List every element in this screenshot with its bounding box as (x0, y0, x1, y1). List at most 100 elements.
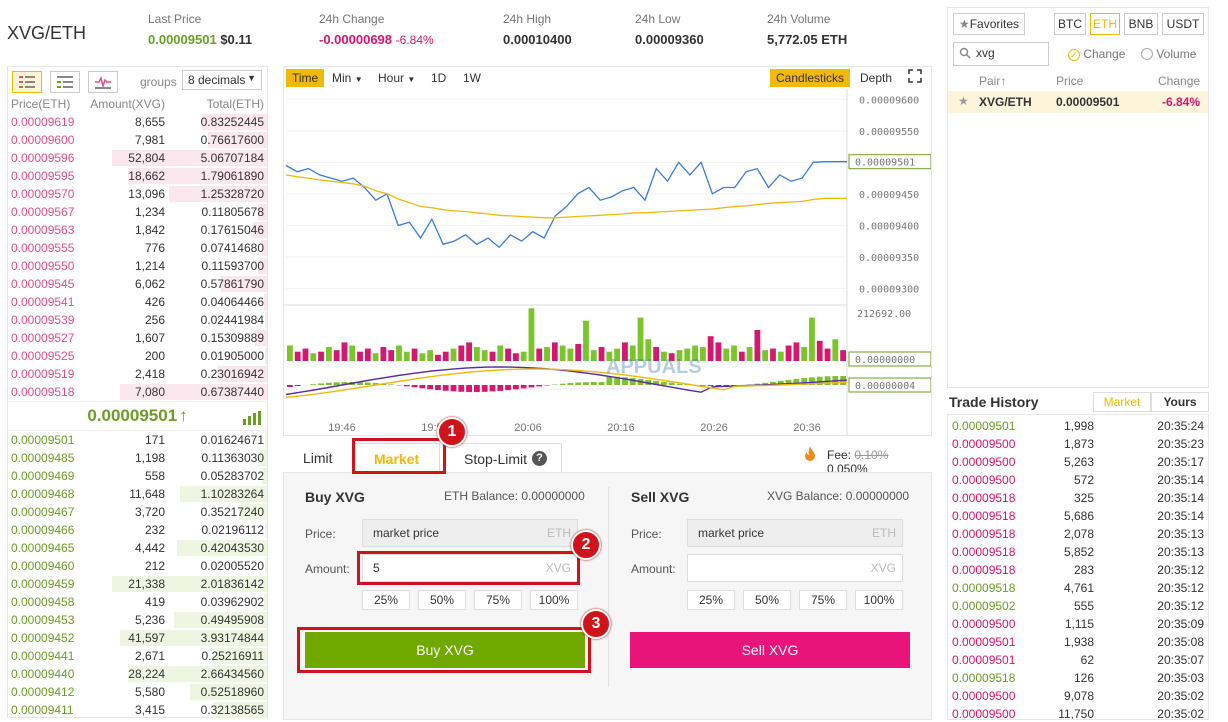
sell-25-button[interactable]: 25% (687, 590, 735, 610)
last-price-stat: Last Price 0.00009501 $0.11 (148, 12, 252, 47)
ask-row[interactable]: 0.00009563 1,842 0.17615046 (8, 221, 267, 239)
sell-button[interactable]: Sell XVG (630, 632, 910, 668)
ask-row[interactable]: 0.00009518 7,080 0.67387440 (8, 383, 267, 401)
sell-75-button[interactable]: 75% (799, 590, 847, 610)
ask-row[interactable]: 0.00009527 1,607 0.15309889 (8, 329, 267, 347)
candlesticks-button[interactable]: Candlesticks (770, 69, 851, 87)
x-tick-label: 19:46 (328, 422, 356, 434)
bid-row[interactable]: 0.00009465 4,442 0.42043530 (8, 539, 267, 557)
ask-row[interactable]: 0.00009525 200 0.01905000 (8, 347, 267, 365)
bid-row[interactable]: 0.00009468 11,648 1.10283264 (8, 485, 267, 503)
ask-row[interactable]: 0.00009541 426 0.04064466 (8, 293, 267, 311)
ask-row[interactable]: 0.00009567 1,234 0.11805678 (8, 203, 267, 221)
bid-row[interactable]: 0.00009412 5,580 0.52518960 (8, 683, 267, 701)
buy-75-button[interactable]: 75% (474, 590, 522, 610)
col-market-change[interactable]: Change (1158, 74, 1200, 88)
market-search-input[interactable]: xvg (953, 42, 1049, 66)
col-market-price[interactable]: Price (1056, 74, 1083, 88)
buy-100-button[interactable]: 100% (530, 590, 578, 610)
tab-stop-limit[interactable]: Stop-Limit? (443, 443, 563, 473)
ask-row[interactable]: 0.00009555 776 0.07414680 (8, 239, 267, 257)
bid-row[interactable]: 0.00009440 28,224 2.66434560 (8, 665, 267, 683)
ask-row[interactable]: 0.00009550 1,214 0.11593700 (8, 257, 267, 275)
bid-row[interactable]: 0.00009485 1,198 0.11363030 (8, 449, 267, 467)
volume-bar (435, 354, 441, 361)
bid-row[interactable]: 0.00009466 232 0.02196112 (8, 521, 267, 539)
y-tick-label: 0.00009400 (859, 221, 919, 232)
help-icon[interactable]: ? (532, 451, 548, 466)
volume-bar (287, 345, 293, 361)
col-pair[interactable]: Pair↑ (979, 74, 1006, 88)
sell-price-input[interactable]: market price ETH (687, 519, 903, 547)
fullscreen-icon[interactable] (902, 69, 928, 87)
bid-row[interactable]: 0.00009469 558 0.05283702 (8, 467, 267, 485)
caret-down-icon: ▼ (247, 73, 256, 83)
ask-row[interactable]: 0.00009570 13,096 1.25328720 (8, 185, 267, 203)
macd-bar (512, 385, 519, 390)
1w-button[interactable]: 1W (457, 69, 487, 87)
row-amount: 1,607 (134, 331, 165, 345)
chart-canvas[interactable]: 0.000096000.000095500.000095000.00009450… (284, 89, 931, 435)
bid-row[interactable]: 0.00009458 419 0.03962902 (8, 593, 267, 611)
ask-row[interactable]: 0.00009545 6,062 0.57861790 (8, 275, 267, 293)
buy-price-input[interactable]: market price ETH (362, 519, 578, 547)
bid-row[interactable]: 0.00009453 5,236 0.49495908 (8, 611, 267, 629)
ask-row[interactable]: 0.00009539 256 0.02441984 (8, 311, 267, 329)
bid-row[interactable]: 0.00009452 41,597 3.93174844 (8, 629, 267, 647)
bid-row[interactable]: 0.00009460 212 0.02005520 (8, 557, 267, 575)
trade-price: 0.00009500 (952, 689, 1016, 703)
tab-usdt[interactable]: USDT (1162, 13, 1204, 35)
ask-row[interactable]: 0.00009595 18,662 1.79061890 (8, 167, 267, 185)
ask-row[interactable]: 0.00009596 52,804 5.06707184 (8, 149, 267, 167)
change-pct: -6.84% (395, 33, 434, 47)
view-asks-icon[interactable] (88, 71, 118, 93)
sell-50-button[interactable]: 50% (743, 590, 791, 610)
star-icon[interactable]: ★ (958, 94, 969, 108)
bid-row[interactable]: 0.00009467 3,720 0.35217240 (8, 503, 267, 521)
min-button[interactable]: Min ▼ (326, 69, 369, 87)
ask-row[interactable]: 0.00009619 8,655 0.83252445 (8, 113, 267, 131)
change-radio[interactable]: ✓ Change (1068, 47, 1125, 61)
volume-radio[interactable]: Volume (1141, 47, 1196, 61)
buy-50-button[interactable]: 50% (418, 590, 466, 610)
view-bids-icon[interactable] (50, 71, 80, 93)
bid-row[interactable]: 0.00009441 2,671 0.25216911 (8, 647, 267, 665)
view-all-icon[interactable] (12, 71, 42, 93)
row-total: 0.25216911 (201, 649, 264, 663)
trade-history-list: 0.00009501 1,998 20:35:24 0.00009500 1,873 20… (947, 414, 1209, 720)
tab-your-trades[interactable]: Yours (1151, 392, 1209, 412)
bid-row[interactable]: 0.00009459 21,338 2.01836142 (8, 575, 267, 593)
1d-button[interactable]: 1D (425, 69, 452, 87)
sell-100-button[interactable]: 100% (855, 590, 903, 610)
tab-bnb[interactable]: BNB (1124, 13, 1158, 35)
bid-row[interactable]: 0.00009411 3,415 0.32138565 (8, 701, 267, 719)
row-price: 0.00009441 (11, 649, 75, 663)
row-price: 0.00009459 (11, 577, 75, 591)
market-row-xvg-eth[interactable]: ★ XVG/ETH 0.00009501 -6.84% (948, 91, 1208, 113)
ask-row[interactable]: 0.00009600 7,981 0.76617600 (8, 131, 267, 149)
row-price: 0.00009570 (11, 187, 75, 201)
tab-btc[interactable]: BTC (1054, 13, 1086, 35)
trade-history: Trade History Market Yours 0.00009501 1,9… (947, 390, 1209, 720)
volume-bar (512, 353, 519, 361)
decimals-select[interactable]: 8 decimals ▼ (182, 70, 262, 90)
tab-limit[interactable]: Limit (283, 443, 353, 473)
y-tick-label: 0.00009550 (859, 127, 919, 138)
depth-button[interactable]: Depth (854, 69, 898, 87)
favorites-tab[interactable]: ★Favorites (953, 13, 1025, 35)
row-amount: 1,214 (134, 259, 165, 273)
volume-bar (310, 353, 317, 361)
buy-25-button[interactable]: 25% (362, 590, 410, 610)
caret-down-icon: ▼ (407, 75, 416, 84)
volume-bar (816, 340, 823, 361)
trade-time: 20:35:09 (1157, 617, 1204, 631)
tab-eth[interactable]: ETH (1090, 13, 1120, 35)
sell-amount-input[interactable]: XVG (687, 554, 903, 582)
bid-row[interactable]: 0.00009501 171 0.01624671 (8, 431, 267, 449)
volume-bar (785, 345, 792, 361)
time-button[interactable]: Time (286, 69, 325, 87)
tab-market-trades[interactable]: Market (1093, 392, 1151, 412)
hour-button[interactable]: Hour ▼ (372, 69, 421, 87)
row-total: 0.67387440 (200, 385, 264, 399)
ask-row[interactable]: 0.00009519 2,418 0.23016942 (8, 365, 267, 383)
